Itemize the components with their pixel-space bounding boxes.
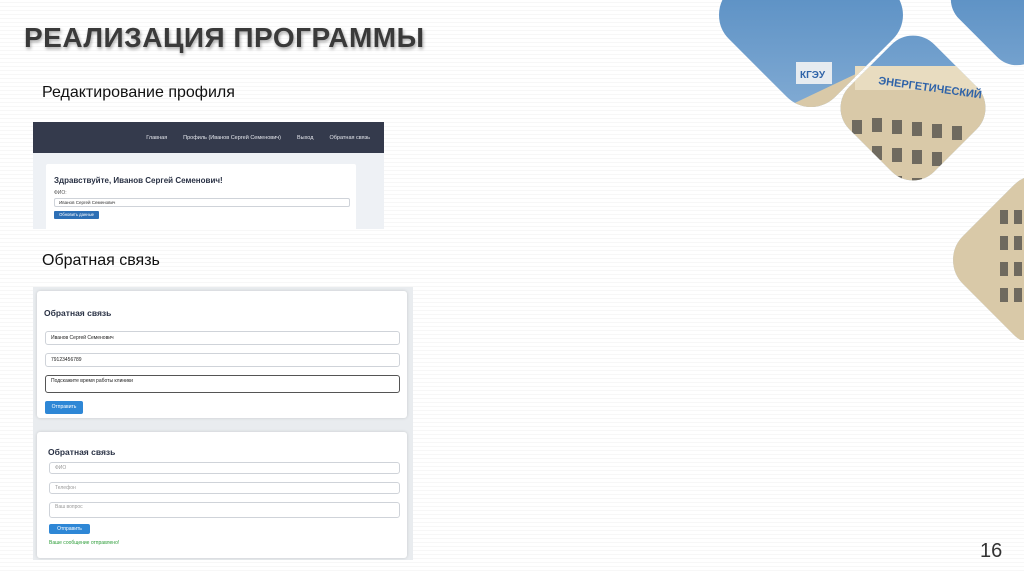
send-button[interactable]: Отправить — [49, 524, 90, 534]
fio-label: ФИО: — [54, 190, 67, 196]
name-input[interactable]: Иванов Сергей Семенович — [45, 331, 400, 345]
nav-item-logout[interactable]: Выход — [297, 135, 313, 141]
nav-item-feedback[interactable]: Обратная связь — [329, 135, 370, 141]
question-textarea[interactable]: Ваш вопрос — [49, 502, 400, 518]
building-photo-collage: ЭНЕРГЕТИЧЕСКИЙ КГЭУ — [700, 0, 1024, 340]
fio-input[interactable]: Иванов Сергей Семенович — [54, 198, 350, 207]
feedback-form-sent: Обратная связь ФИО Телефон Ваш вопрос От… — [37, 432, 407, 558]
kgeu-logo: КГЭУ — [800, 70, 826, 81]
question-textarea[interactable]: Подскажите время работы клиники — [45, 375, 400, 393]
feedback-screenshot: Обратная связь Иванов Сергей Семенович 7… — [33, 287, 413, 560]
phone-input[interactable]: Телефон — [49, 482, 400, 494]
slide: РЕАЛИЗАЦИЯ ПРОГРАММЫ Редактирование проф… — [0, 0, 1024, 574]
building-photo: ЭНЕРГЕТИЧЕСКИЙ КГЭУ — [704, 0, 1024, 340]
page-number: 16 — [980, 540, 1003, 562]
section-label-profile: Редактирование профиля — [42, 84, 235, 101]
nav-item-home[interactable]: Главная — [146, 135, 167, 141]
profile-card: Здравствуйте, Иванов Сергей Семенович! Ф… — [46, 164, 356, 229]
greeting-heading: Здравствуйте, Иванов Сергей Семенович! — [54, 176, 223, 185]
send-button[interactable]: Отправить — [45, 401, 83, 414]
nav-item-profile[interactable]: Профиль (Иванов Сергей Семенович) — [183, 135, 281, 141]
feedback-title: Обратная связь — [48, 447, 116, 457]
feedback-title: Обратная связь — [44, 308, 112, 318]
update-data-button[interactable]: Обновить данные — [54, 211, 99, 219]
section-label-feedback: Обратная связь — [42, 252, 160, 269]
success-message: Ваше сообщение отправлено! — [49, 540, 120, 546]
phone-input[interactable]: 79123456789 — [45, 353, 400, 367]
feedback-form-filled: Обратная связь Иванов Сергей Семенович 7… — [37, 291, 407, 418]
profile-screenshot: Главная Профиль (Иванов Сергей Семенович… — [33, 122, 384, 229]
slide-title: РЕАЛИЗАЦИЯ ПРОГРАММЫ — [24, 22, 425, 53]
name-input[interactable]: ФИО — [49, 462, 400, 474]
navbar: Главная Профиль (Иванов Сергей Семенович… — [33, 122, 384, 153]
